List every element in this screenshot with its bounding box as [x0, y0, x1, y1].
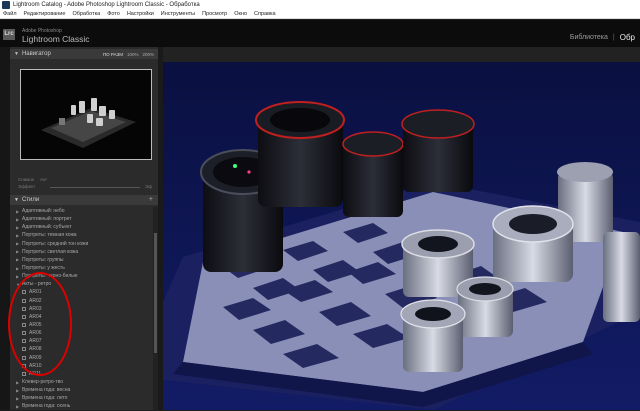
preset-group-label: Адаптивный: портрет [22, 216, 72, 223]
red-annotation-ellipse [8, 272, 72, 376]
navigator-thumbnail [21, 70, 151, 159]
photo-canvas[interactable] [163, 62, 640, 410]
add-preset-button[interactable]: + [149, 196, 153, 203]
preset-group[interactable]: ▶ Портреты: у жесть [10, 264, 158, 272]
preset-group-label: Клевер-ретро-тво [22, 379, 64, 386]
left-edge-strip [0, 47, 10, 410]
module-develop[interactable]: Обр [620, 33, 635, 42]
lrc-logo: Lrc [3, 29, 15, 40]
app-icon [2, 1, 10, 9]
module-library[interactable]: Библиотека [570, 34, 608, 41]
preset-group-label: Портреты: средний тон кожи [22, 240, 89, 247]
preset-group[interactable]: ▶ Времена года: осень [10, 402, 158, 410]
preset-group[interactable]: ▶ Портреты: средний тон кожи [10, 240, 158, 248]
zoom-fit[interactable]: ПО РАЗМ [103, 52, 123, 57]
presets-title: Стили [21, 197, 40, 203]
window-title: Lightroom Catalog - Adobe Photoshop Ligh… [13, 2, 200, 8]
module-picker: Библиотека | Обр [570, 33, 640, 42]
preset-group-label: Портреты: группы [22, 256, 64, 263]
effect-slider[interactable] [50, 187, 140, 188]
menu-edit[interactable]: Редактирование [24, 11, 66, 17]
menu-develop[interactable]: Обработка [72, 11, 100, 17]
preset-group-label: Времена года: весна [22, 387, 71, 394]
preset-group-label: Времена года: осень [22, 403, 71, 410]
preset-group-label: Портреты: светлая кожа [22, 248, 79, 255]
presets-header[interactable]: ▼ Стили + [10, 195, 158, 205]
snapshot-value: Акт [40, 177, 48, 182]
brand-big: Lightroom Classic [22, 34, 90, 44]
menu-help[interactable]: Справка [254, 11, 276, 17]
menu-settings[interactable]: Настройки [127, 11, 154, 17]
preset-group-label: Портреты: темная кожа [22, 232, 77, 239]
menu-bar: Файл Редактирование Обработка Фото Настр… [0, 10, 640, 19]
menu-window[interactable]: Окно [234, 11, 247, 17]
module-separator: | [612, 34, 615, 41]
zoom-100[interactable]: 100% [127, 52, 139, 57]
preset-group[interactable]: ▶ Адаптивный: портрет [10, 215, 158, 223]
preset-group[interactable]: ▶ Времена года: лето [10, 394, 158, 402]
menu-tools[interactable]: Инструменты [161, 11, 195, 17]
effect-value: Эф [145, 184, 152, 189]
menu-file[interactable]: Файл [3, 11, 17, 17]
preset-group-label: Адаптивный: небо [22, 208, 65, 215]
preset-group[interactable]: ▶ Портреты: темная кожа [10, 231, 158, 239]
menu-view[interactable]: Просмотр [202, 11, 227, 17]
zoom-200[interactable]: 200% [142, 52, 154, 57]
snapshot-label: Снимок [18, 177, 34, 182]
preset-group[interactable]: ▶ Портреты: светлая кожа [10, 248, 158, 256]
toolbar-strip [163, 47, 640, 62]
navigator-preview[interactable] [20, 69, 152, 160]
preset-group-label: Времена года: лето [22, 395, 68, 402]
preset-group-label: Портреты: у жесть [22, 265, 65, 272]
presets-scroll-thumb[interactable] [154, 233, 157, 353]
preset-group[interactable]: ▶ Времена года: весна [10, 386, 158, 394]
preset-group-label: Адаптивный: субъект [22, 224, 72, 231]
preset-icon [22, 371, 26, 376]
navigator-zoom-options: ПО РАЗМ 100% 200% [99, 49, 154, 59]
menu-photo[interactable]: Фото [107, 11, 120, 17]
preset-group[interactable]: ▶ Адаптивный: небо [10, 207, 158, 215]
preset-group[interactable]: ▶ Клевер-ретро-тво [10, 378, 158, 386]
navigator-title: Навигатор [21, 51, 51, 57]
preset-group[interactable]: ▶ Адаптивный: субъект [10, 223, 158, 231]
window-titlebar: Lightroom Catalog - Adobe Photoshop Ligh… [0, 0, 640, 10]
preset-group[interactable]: ▶ Портреты: группы [10, 256, 158, 264]
lenses-chessboard-photo [163, 62, 640, 410]
collapse-triangle-icon[interactable]: ▼ [14, 197, 19, 203]
effect-label: Эффект [18, 184, 36, 189]
collapse-triangle-icon[interactable]: ▼ [14, 51, 19, 57]
navigator-header[interactable]: ▼ Навигатор ПО РАЗМ 100% 200% [10, 49, 158, 59]
identity-plate: Lrc Adobe Photoshop Lightroom Classic Би… [0, 20, 640, 47]
